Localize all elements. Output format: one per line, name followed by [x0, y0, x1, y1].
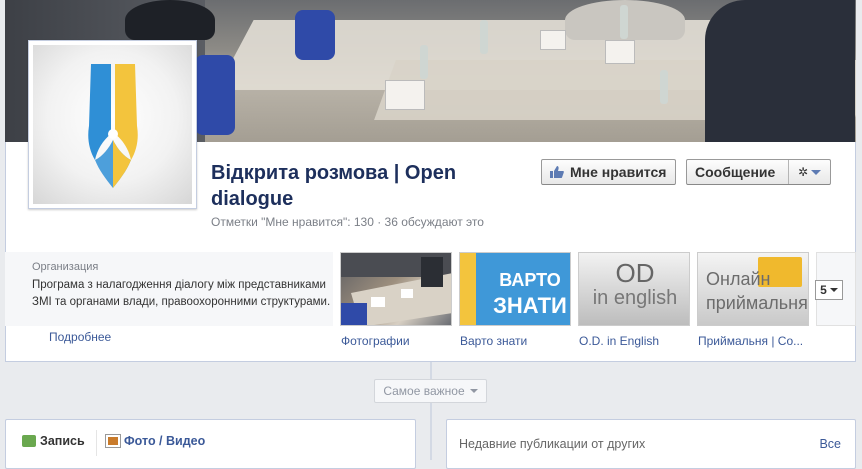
- od-in-english-tile[interactable]: OD in english: [578, 252, 690, 326]
- timeline-line: [430, 362, 432, 460]
- about-description: Програма з налагодження діалогу між пред…: [32, 279, 331, 308]
- post-icon: [22, 435, 36, 447]
- tile-line: ЗНАТИ: [493, 293, 567, 318]
- apps-more-count: 5: [820, 283, 827, 297]
- app-label-pryimalnia[interactable]: Приймальня | Со...: [698, 334, 803, 348]
- app-label-varto-znaty[interactable]: Варто знати: [460, 334, 527, 348]
- recent-posts-title: Недавние публикации от других: [459, 437, 646, 451]
- apps-more-button[interactable]: 5: [815, 280, 843, 300]
- photos-thumbnail[interactable]: [340, 252, 452, 326]
- composer-tab-post[interactable]: Запись: [22, 434, 85, 448]
- thumbs-up-icon: [550, 166, 564, 178]
- about-section: Организация Програма з налагодження діал…: [5, 252, 333, 326]
- settings-dropdown[interactable]: ✲: [788, 160, 830, 184]
- chevron-down-icon: [469, 389, 478, 393]
- chevron-down-icon: [811, 169, 822, 175]
- message-button-label: Сообщение: [695, 164, 776, 180]
- likes-count: Отметки "Мне нравится": 130 · 36 обсужда…: [211, 215, 484, 229]
- tile-line: in english: [592, 287, 678, 309]
- timeline-filter-dropdown[interactable]: Самое важное: [374, 379, 487, 403]
- recent-posts-by-others: Недавние публикации от других Все: [446, 419, 856, 469]
- photo-icon: [105, 434, 121, 448]
- varto-znaty-tile[interactable]: ВАРТО ЗНАТИ: [459, 252, 571, 326]
- chevron-down-icon: [829, 288, 838, 292]
- category-label: Организация: [32, 261, 99, 273]
- tile-line: приймальня: [706, 293, 808, 313]
- message-button[interactable]: Сообщение ✲: [686, 159, 831, 185]
- see-all-link[interactable]: Все: [819, 437, 841, 451]
- page-title: Відкрита розмова | Open dialogue: [211, 162, 457, 210]
- photos-preview-image: [341, 253, 451, 325]
- profile-picture[interactable]: [28, 40, 197, 209]
- timeline-filter-label: Самое важное: [383, 384, 465, 398]
- composer-tab-photo-video[interactable]: Фото / Видео: [105, 434, 206, 448]
- tile-line: Онлайн: [706, 269, 771, 289]
- app-label-photos[interactable]: Фотографии: [341, 334, 410, 348]
- like-button-label: Мне нравится: [570, 164, 667, 180]
- composer-tab-photo-label: Фото / Видео: [124, 434, 206, 448]
- like-button[interactable]: Мне нравится: [541, 159, 676, 185]
- tile-line: OD: [615, 258, 655, 288]
- pryimalnia-tile[interactable]: Онлайн приймальня: [697, 252, 809, 326]
- more-link[interactable]: Подробнее: [49, 330, 111, 344]
- app-label-od-english[interactable]: O.D. in English: [579, 334, 659, 348]
- tile-line: ВАРТО: [499, 270, 561, 290]
- post-composer: Запись Фото / Видео: [5, 419, 416, 469]
- composer-tab-post-label: Запись: [40, 434, 85, 448]
- gear-icon: ✲: [797, 165, 809, 179]
- pen-nib-logo-icon: [87, 63, 138, 188]
